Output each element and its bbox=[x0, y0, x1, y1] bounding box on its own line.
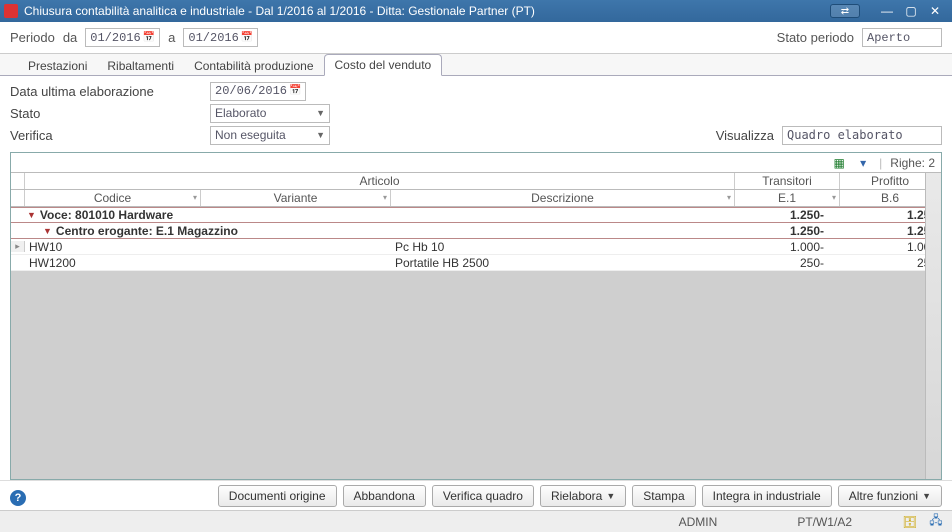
window-title: Chiusura contabilità analitica e industr… bbox=[24, 4, 830, 18]
chevron-down-icon: ▼ bbox=[316, 130, 325, 140]
network-icon[interactable]: 🖧 bbox=[928, 514, 944, 530]
chevron-down-icon: ▼ bbox=[316, 108, 325, 118]
cell-descrizione: Pc Hb 10 bbox=[391, 240, 723, 254]
tab-ribaltamenti[interactable]: Ribaltamenti bbox=[97, 56, 184, 76]
chevron-down-icon: ▾ bbox=[383, 193, 387, 202]
visualizza-value: Quadro elaborato bbox=[782, 126, 942, 145]
last-run-label: Data ultima elaborazione bbox=[10, 84, 210, 99]
chevron-down-icon: ▾ bbox=[193, 193, 197, 202]
period-state-value: Aperto bbox=[862, 28, 942, 47]
collapse-icon[interactable]: ▼ bbox=[27, 210, 36, 220]
header-transitori: Transitori bbox=[735, 173, 840, 189]
last-run-value: 20/06/2016 bbox=[215, 84, 287, 98]
cell-codice: HW10 bbox=[25, 240, 201, 254]
documenti-origine-button[interactable]: Documenti origine bbox=[218, 485, 337, 507]
integra-industriale-button[interactable]: Integra in industriale bbox=[702, 485, 832, 507]
verifica-value: Non eseguita bbox=[215, 128, 286, 142]
close-button[interactable]: ✕ bbox=[924, 3, 946, 19]
verifica-select[interactable]: Non eseguita ▼ bbox=[210, 126, 330, 145]
stato-select[interactable]: Elaborato ▼ bbox=[210, 104, 330, 123]
stampa-button[interactable]: Stampa bbox=[632, 485, 695, 507]
group-row-centro[interactable]: ▼ Centro erogante: E.1 Magazzino 1.250- … bbox=[11, 223, 941, 239]
database-icon[interactable]: 🗄 bbox=[902, 514, 918, 530]
group2-trans: 1.250- bbox=[723, 224, 828, 238]
header-articolo: Articolo bbox=[25, 173, 735, 189]
altre-funzioni-button[interactable]: Altre funzioni▼ bbox=[838, 485, 942, 507]
tab-contabilita-produzione[interactable]: Contabilità produzione bbox=[184, 56, 323, 76]
grid-body: ▼ Voce: 801010 Hardware 1.250- 1.250 ▼ C… bbox=[11, 207, 941, 271]
grid-header-cols: Codice▾ Variante▾ Descrizione▾ E.1▾ B.6▾ bbox=[11, 190, 941, 207]
tab-costo-del-venduto[interactable]: Costo del venduto bbox=[324, 54, 443, 76]
calendar-icon[interactable]: 📅 bbox=[289, 85, 301, 97]
group2-label: Centro erogante: E.1 Magazzino bbox=[56, 224, 238, 238]
visualizza-label: Visualizza bbox=[716, 128, 782, 143]
status-user: ADMIN bbox=[679, 515, 718, 529]
chevron-down-icon: ▾ bbox=[727, 193, 731, 202]
chevron-down-icon: ▼ bbox=[922, 491, 931, 501]
period-from-label: da bbox=[63, 30, 77, 45]
export-excel-icon[interactable]: ▦ bbox=[831, 155, 847, 171]
calendar-icon[interactable]: 📅 bbox=[241, 32, 253, 44]
button-bar: Documenti origine Abbandona Verifica qua… bbox=[0, 480, 952, 510]
row-indicator-icon: ▸ bbox=[11, 241, 25, 252]
rows-count: Righe: 2 bbox=[890, 156, 935, 170]
group-row-voce[interactable]: ▼ Voce: 801010 Hardware 1.250- 1.250 bbox=[11, 207, 941, 223]
last-run-input[interactable]: 20/06/2016 📅 bbox=[210, 82, 306, 101]
status-path: PT/W1/A2 bbox=[797, 515, 852, 529]
cell-codice: HW1200 bbox=[25, 256, 201, 270]
collapse-icon[interactable]: ▼ bbox=[43, 226, 52, 236]
sync-indicator-icon[interactable]: ⇄ bbox=[830, 4, 860, 18]
col-codice[interactable]: Codice▾ bbox=[25, 190, 201, 206]
chevron-down-icon: ▼ bbox=[606, 491, 615, 501]
grid-header-groups: Articolo Transitori Profitto bbox=[11, 173, 941, 190]
period-state-label: Stato periodo bbox=[777, 30, 854, 45]
tab-strip: Prestazioni Ribaltamenti Contabilità pro… bbox=[0, 54, 952, 76]
table-row[interactable]: HW1200 Portatile HB 2500 250- 250 bbox=[11, 255, 941, 271]
filter-icon[interactable]: ▾ bbox=[855, 155, 871, 171]
maximize-button[interactable]: ▢ bbox=[900, 3, 922, 19]
period-bar: Periodo da 01/2016 📅 a 01/2016 📅 Stato p… bbox=[0, 22, 952, 54]
chevron-down-icon: ▾ bbox=[832, 193, 836, 202]
calendar-icon[interactable]: 📅 bbox=[143, 32, 155, 44]
cell-trans: 250- bbox=[723, 256, 828, 270]
col-variante[interactable]: Variante▾ bbox=[201, 190, 391, 206]
rielabora-button[interactable]: Rielabora▼ bbox=[540, 485, 626, 507]
verifica-quadro-button[interactable]: Verifica quadro bbox=[432, 485, 534, 507]
cell-trans: 1.000- bbox=[723, 240, 828, 254]
stato-value: Elaborato bbox=[215, 106, 266, 120]
verifica-label: Verifica bbox=[10, 128, 210, 143]
title-bar: Chiusura contabilità analitica e industr… bbox=[0, 0, 952, 22]
minimize-button[interactable]: — bbox=[876, 3, 898, 19]
form-area: Data ultima elaborazione 20/06/2016 📅 St… bbox=[0, 76, 952, 148]
vertical-scrollbar[interactable] bbox=[925, 173, 941, 479]
data-grid: ▦ ▾ | Righe: 2 Articolo Transitori Profi… bbox=[10, 152, 942, 480]
period-to-label: a bbox=[168, 30, 175, 45]
table-row[interactable]: ▸ HW10 Pc Hb 10 1.000- 1.000 bbox=[11, 239, 941, 255]
grid-empty-area bbox=[11, 271, 941, 479]
period-label: Periodo bbox=[10, 30, 55, 45]
col-descrizione[interactable]: Descrizione▾ bbox=[391, 190, 735, 206]
cell-descrizione: Portatile HB 2500 bbox=[391, 256, 723, 270]
period-to-input[interactable]: 01/2016 📅 bbox=[183, 28, 258, 47]
status-bar: ADMIN PT/W1/A2 🗄 🖧 bbox=[0, 510, 952, 532]
app-icon bbox=[4, 4, 18, 18]
group1-trans: 1.250- bbox=[723, 208, 828, 222]
abbandona-button[interactable]: Abbandona bbox=[343, 485, 426, 507]
group1-label: Voce: 801010 Hardware bbox=[40, 208, 173, 222]
tab-prestazioni[interactable]: Prestazioni bbox=[18, 56, 97, 76]
period-from-input[interactable]: 01/2016 📅 bbox=[85, 28, 160, 47]
stato-label: Stato bbox=[10, 106, 210, 121]
grid-toolbar: ▦ ▾ | Righe: 2 bbox=[11, 153, 941, 173]
col-e1[interactable]: E.1▾ bbox=[735, 190, 840, 206]
period-to-value: 01/2016 bbox=[188, 31, 238, 45]
period-from-value: 01/2016 bbox=[90, 31, 140, 45]
